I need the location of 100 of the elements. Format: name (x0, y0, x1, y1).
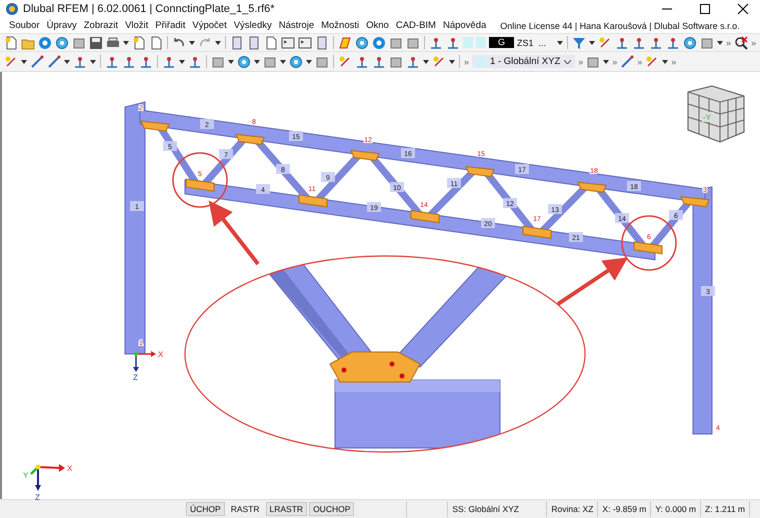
node-icon[interactable] (73, 54, 87, 68)
menu-item[interactable]: Soubor (9, 20, 40, 31)
overflow-chevron[interactable]: » (637, 56, 642, 66)
node-icon[interactable] (446, 36, 460, 50)
gusset-plate (140, 120, 170, 132)
node-icon[interactable] (105, 54, 119, 68)
menu-item[interactable]: Vložit (125, 20, 148, 31)
line-icon[interactable] (620, 54, 634, 68)
menu-item[interactable]: CAD-BIM (396, 20, 436, 31)
status-field: Y: 0.000 m (651, 501, 701, 517)
gusset-plate (410, 210, 440, 224)
load-case-label[interactable]: ZS1 (517, 38, 534, 48)
gusset-plate (577, 182, 607, 193)
overflow-chevron[interactable]: » (464, 56, 470, 66)
gusset-plate (298, 194, 328, 208)
caret-icon[interactable] (123, 40, 129, 44)
caret-icon[interactable] (662, 60, 668, 64)
overflow-chevron[interactable]: » (726, 38, 732, 48)
status-field: SS: Globální XYZ (447, 501, 548, 517)
node-icon[interactable] (615, 36, 630, 50)
app-logo-icon (5, 2, 19, 16)
save-icon[interactable] (89, 36, 103, 50)
menu-item[interactable]: Výsledky (234, 20, 272, 31)
callout-arrow (208, 200, 260, 266)
node-icon[interactable] (372, 54, 386, 68)
node-icon[interactable] (139, 54, 153, 68)
circle-icon[interactable] (372, 36, 386, 50)
node-icon[interactable] (122, 54, 136, 68)
overflow-chevron[interactable]: » (751, 38, 756, 48)
document-icon[interactable] (132, 36, 146, 50)
node-icon[interactable] (188, 54, 202, 68)
window-icon[interactable] (247, 36, 261, 50)
local-axes-icon (133, 351, 156, 372)
menu-item[interactable]: Výpočet (192, 20, 227, 31)
caret-icon[interactable] (423, 60, 429, 64)
caret-icon[interactable] (64, 60, 70, 64)
coordinate-system-dropdown[interactable]: 1 - Globální XYZ (472, 55, 576, 68)
menu-item[interactable]: Úpravy (46, 20, 77, 31)
gusset-plate (634, 241, 662, 254)
caret-icon[interactable] (228, 60, 234, 64)
caret-icon[interactable] (449, 60, 455, 64)
caret-icon[interactable] (254, 60, 260, 64)
load-case-type[interactable]: G (489, 37, 514, 48)
axis-label: Y (23, 471, 28, 480)
color-swatch (476, 37, 486, 48)
line-icon[interactable] (30, 54, 44, 68)
axis-label: X (158, 350, 164, 359)
window-icon[interactable] (230, 36, 244, 50)
menu-item[interactable]: Nástroje (278, 20, 314, 31)
caret-icon[interactable] (603, 60, 610, 64)
menu-item[interactable]: Zobrazit (84, 20, 118, 31)
status-field: Z: 1.211 m (701, 501, 750, 517)
snap-toggle[interactable]: LRASTR (266, 502, 308, 516)
caret-icon[interactable] (189, 40, 195, 44)
caret-icon[interactable] (179, 60, 185, 64)
menu-item[interactable]: Okno (366, 20, 389, 31)
caret-icon[interactable] (21, 60, 27, 64)
caret-icon[interactable] (589, 40, 596, 44)
monitor-icon[interactable] (281, 36, 295, 50)
overflow-chevron[interactable]: » (578, 56, 584, 66)
document-icon[interactable] (4, 36, 18, 50)
callout-arrow (556, 257, 628, 306)
search-icon[interactable] (734, 36, 748, 50)
axis-label: Z (133, 373, 138, 382)
overflow-chevron[interactable]: » (671, 56, 676, 66)
caret-icon[interactable] (306, 60, 312, 64)
caret-icon[interactable] (90, 60, 96, 64)
monitor-icon[interactable] (298, 36, 312, 50)
caret-icon[interactable] (557, 40, 564, 44)
printer-icon[interactable] (106, 36, 120, 50)
node-icon[interactable] (649, 36, 664, 50)
node-icon[interactable] (162, 54, 176, 68)
window-title: Dlubal RFEM | 6.02.0061 | ConnctingPlate_1_5.rf6* (23, 3, 275, 15)
caret-icon[interactable] (280, 60, 286, 64)
menu-item[interactable]: Přiřadit (155, 20, 186, 31)
node-icon[interactable] (406, 54, 420, 68)
global-axes-icon (30, 464, 65, 491)
node-icon[interactable] (355, 54, 369, 68)
load-case-dropdown[interactable]: ... (536, 38, 548, 48)
menu-item[interactable]: Možnosti (321, 20, 360, 31)
menu-item[interactable]: Nápověda (442, 20, 486, 31)
snap-toggle[interactable]: ÚCHOP (186, 502, 225, 516)
line-icon[interactable] (47, 54, 61, 68)
gusset-plate (235, 134, 265, 145)
axis-label: Z (35, 493, 40, 502)
window-icon[interactable] (315, 36, 329, 50)
caret-icon[interactable] (717, 40, 724, 44)
color-swatch (463, 37, 473, 48)
node-icon[interactable] (666, 36, 680, 50)
caret-icon[interactable] (215, 40, 221, 44)
circle-icon[interactable] (38, 36, 52, 50)
axis-label: X (67, 464, 72, 473)
overflow-chevron[interactable]: » (612, 56, 618, 66)
dropdown-caret-icon[interactable] (564, 60, 572, 64)
callout-circle (172, 152, 228, 208)
snap-toggle[interactable]: OUCHOP (309, 502, 354, 516)
node-icon[interactable] (632, 36, 646, 50)
status-field: Rovina: XZ (547, 501, 598, 517)
node-icon[interactable] (429, 36, 443, 50)
snap-toggle[interactable]: RASTR (226, 502, 264, 516)
